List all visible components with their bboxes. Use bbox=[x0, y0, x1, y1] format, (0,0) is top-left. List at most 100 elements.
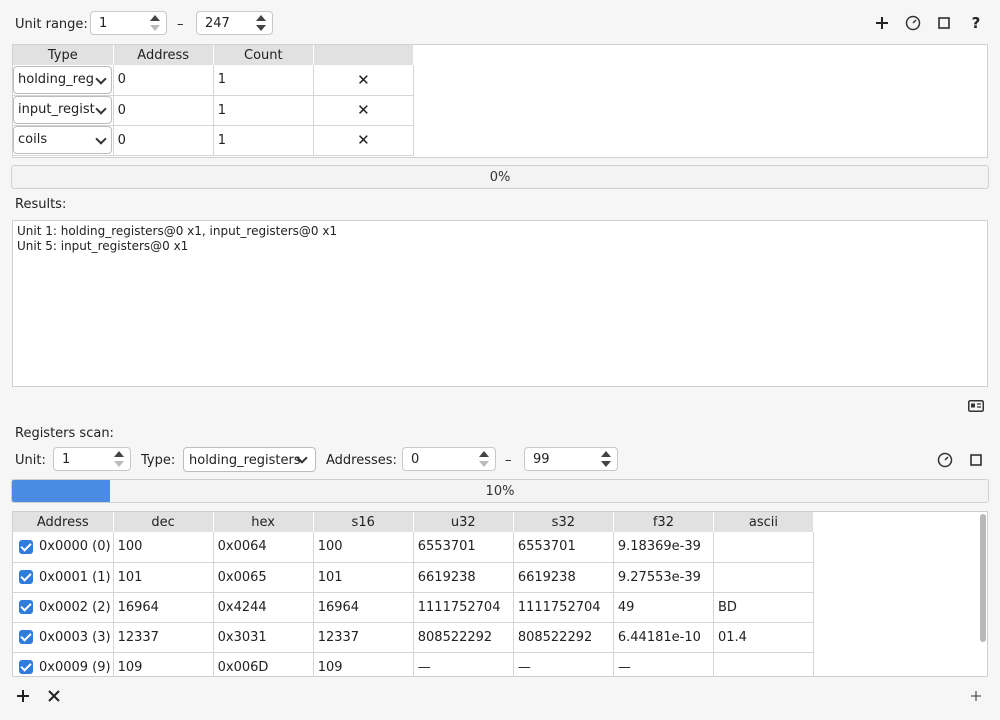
count-cell[interactable]: 1 bbox=[213, 125, 314, 156]
s32-cell: — bbox=[513, 652, 614, 676]
address-cell[interactable]: 0x0009 (9) bbox=[13, 652, 114, 676]
stop-icon[interactable] bbox=[934, 14, 954, 32]
add-icon[interactable] bbox=[14, 688, 32, 704]
spin-down-icon[interactable] bbox=[114, 461, 124, 467]
s32-cell: 808522292 bbox=[513, 622, 614, 653]
address-cell[interactable]: 0x0000 (0) bbox=[13, 532, 114, 563]
u32-cell: 808522292 bbox=[413, 622, 514, 653]
u32-cell: 1111752704 bbox=[413, 592, 514, 623]
column-header-s16: s16 bbox=[313, 512, 414, 532]
address-cell[interactable]: 0 bbox=[113, 95, 214, 126]
row-checkbox[interactable] bbox=[19, 660, 33, 674]
row-checkbox[interactable] bbox=[19, 600, 33, 614]
address-cell[interactable]: 0x0001 (1) bbox=[13, 562, 114, 593]
spin-up-icon[interactable] bbox=[114, 451, 124, 457]
spin-up-icon[interactable] bbox=[601, 451, 611, 457]
ascii-cell bbox=[713, 562, 815, 593]
row-checkbox[interactable] bbox=[19, 539, 33, 554]
column-header-address: Address bbox=[113, 45, 214, 65]
address-cell[interactable]: 0x0003 (3) bbox=[13, 622, 114, 653]
table-row: coils 0 1 ✕ bbox=[13, 125, 415, 156]
type-combobox[interactable]: input_regist bbox=[13, 96, 112, 124]
column-header-type: Type bbox=[13, 45, 114, 65]
spin-up-icon[interactable] bbox=[256, 15, 266, 21]
chevron-down-icon bbox=[94, 133, 107, 145]
unit-range-to-spinbox[interactable]: 247 bbox=[196, 11, 273, 35]
table-row[interactable]: 0x0002 (2) 16964 0x4244 16964 1111752704 1111… bbox=[13, 592, 815, 623]
address-value: 0x0002 (2) bbox=[39, 599, 111, 615]
table-row: input_regist 0 1 ✕ bbox=[13, 95, 415, 126]
add-icon[interactable] bbox=[872, 14, 892, 32]
s16-cell: 16964 bbox=[313, 592, 414, 623]
column-header-hex: hex bbox=[213, 512, 314, 532]
s32-cell: 1111752704 bbox=[513, 592, 614, 623]
s32-cell: 6619238 bbox=[513, 562, 614, 593]
spin-up-icon[interactable] bbox=[150, 15, 160, 21]
address-value: 0x0009 (9) bbox=[39, 659, 111, 675]
s32-cell: 6553701 bbox=[513, 532, 614, 563]
count-cell[interactable]: 1 bbox=[213, 65, 314, 96]
s16-cell: 109 bbox=[313, 652, 414, 676]
export-card-icon[interactable] bbox=[966, 398, 986, 414]
add-column-icon[interactable] bbox=[967, 688, 985, 704]
ascii-cell: 01.4 bbox=[713, 622, 815, 653]
u32-cell: 6619238 bbox=[413, 562, 514, 593]
results-label: Results: bbox=[15, 197, 67, 212]
addresses-from-spinbox[interactable]: 0 bbox=[402, 447, 496, 471]
remove-row-icon[interactable]: ✕ bbox=[313, 65, 415, 96]
table-row[interactable]: 0x0003 (3) 12337 0x3031 12337 808522292 80852… bbox=[13, 622, 815, 653]
count-cell[interactable]: 1 bbox=[213, 95, 314, 126]
chevron-down-icon bbox=[94, 73, 107, 85]
remove-row-icon[interactable]: ✕ bbox=[313, 125, 415, 156]
addresses-to-spinbox[interactable]: 99 bbox=[524, 447, 618, 471]
type-value: input_regist bbox=[18, 102, 95, 117]
f32-cell: 49 bbox=[613, 592, 714, 623]
unit-label: Unit: bbox=[15, 453, 46, 468]
registers-progress-bar: 10% bbox=[11, 479, 989, 503]
addresses-label: Addresses: bbox=[326, 453, 397, 468]
row-checkbox[interactable] bbox=[19, 570, 33, 584]
stop-icon[interactable] bbox=[966, 451, 986, 469]
range-table: Type Address Count holding_reg 0 1 ✕ inp… bbox=[13, 45, 415, 156]
spin-down-icon[interactable] bbox=[256, 25, 266, 31]
unit-range-to-value: 247 bbox=[205, 16, 230, 31]
unit-range-from-value: 1 bbox=[99, 16, 108, 31]
scan-icon[interactable] bbox=[935, 451, 955, 469]
address-cell[interactable]: 0x0002 (2) bbox=[13, 592, 114, 623]
table-row[interactable]: 0x0009 (9) 109 0x006D 109— — — bbox=[13, 652, 815, 676]
scan-icon[interactable] bbox=[903, 14, 923, 32]
address-cell[interactable]: 0 bbox=[113, 65, 214, 96]
scrollbar-thumb[interactable] bbox=[980, 514, 986, 642]
table-row[interactable]: 0x0001 (1) 101 0x0065 101 6619238 6619238 9.27… bbox=[13, 562, 815, 593]
u32-cell: 6553701 bbox=[413, 532, 514, 563]
type-combobox[interactable]: coils bbox=[13, 126, 112, 154]
dec-cell: 16964 bbox=[113, 592, 214, 623]
spin-down-icon[interactable] bbox=[601, 461, 611, 467]
dec-cell: 12337 bbox=[113, 622, 214, 653]
row-checkbox[interactable] bbox=[19, 630, 33, 644]
type-label: Type: bbox=[141, 453, 176, 468]
column-header-u32: u32 bbox=[413, 512, 514, 532]
register-type-combobox[interactable]: holding_registers bbox=[183, 447, 316, 472]
f32-cell: 9.27553e-39 bbox=[613, 562, 714, 593]
address-cell[interactable]: 0 bbox=[113, 125, 214, 156]
spin-up-icon[interactable] bbox=[479, 451, 489, 457]
remove-icon[interactable] bbox=[45, 688, 63, 704]
type-combobox[interactable]: holding_reg bbox=[13, 65, 112, 94]
registers-table-panel: Address dec hex s16 u32 s32 f32 ascii 0x… bbox=[12, 511, 988, 677]
remove-row-icon[interactable]: ✕ bbox=[313, 95, 415, 126]
help-icon[interactable]: ? bbox=[966, 14, 986, 32]
progress-text: 10% bbox=[485, 484, 515, 499]
f32-cell: — bbox=[613, 652, 714, 676]
address-value: 0x0003 (3) bbox=[39, 629, 111, 645]
chevron-down-icon bbox=[94, 103, 107, 115]
hex-cell: 0x0064 bbox=[213, 532, 314, 563]
spin-down-icon[interactable] bbox=[479, 461, 489, 467]
results-text-area[interactable]: Unit 1: holding_registers@0 x1, input_re… bbox=[12, 220, 988, 387]
unit-value: 1 bbox=[62, 452, 71, 467]
dec-cell: 109 bbox=[113, 652, 214, 676]
spin-down-icon[interactable] bbox=[150, 25, 160, 31]
unit-spinbox[interactable]: 1 bbox=[53, 447, 131, 471]
table-row[interactable]: 0x0000 (0) 100 0x0064 100 6553701 6553701 9.18… bbox=[13, 532, 815, 563]
unit-range-from-spinbox[interactable]: 1 bbox=[90, 11, 167, 35]
